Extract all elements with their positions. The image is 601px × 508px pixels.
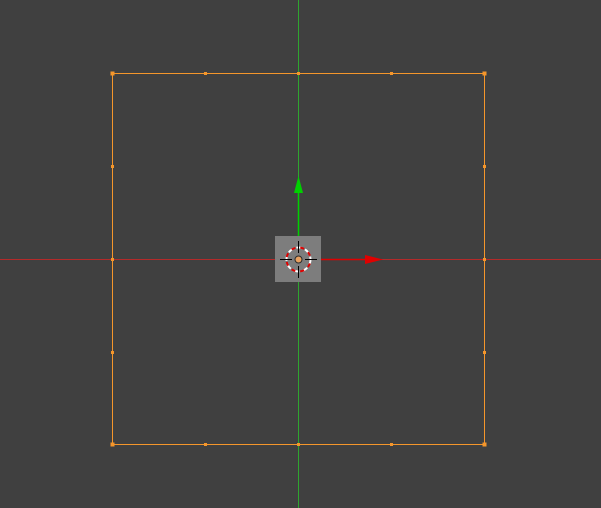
vertex[interactable] [111,165,114,168]
vertex[interactable] [111,258,114,261]
vertex[interactable] [483,165,486,168]
vertex[interactable] [297,443,300,446]
vertex[interactable] [482,71,487,76]
x-arrow-head-icon[interactable] [365,255,383,264]
vertex[interactable] [110,442,115,447]
viewport-canvas [0,0,601,508]
vertex[interactable] [297,72,300,75]
object-origin-icon[interactable] [294,255,303,264]
3d-viewport[interactable] [0,0,601,508]
vertex[interactable] [482,442,487,447]
vertex[interactable] [483,351,486,354]
vertex[interactable] [483,258,486,261]
vertex[interactable] [204,72,207,75]
x-translate-arrow[interactable] [321,255,383,264]
vertex[interactable] [390,443,393,446]
vertex[interactable] [390,72,393,75]
vertex[interactable] [110,71,115,76]
y-arrow-head-icon[interactable] [294,176,303,193]
vertex[interactable] [111,351,114,354]
vertex[interactable] [204,443,207,446]
y-translate-arrow[interactable] [294,176,303,236]
